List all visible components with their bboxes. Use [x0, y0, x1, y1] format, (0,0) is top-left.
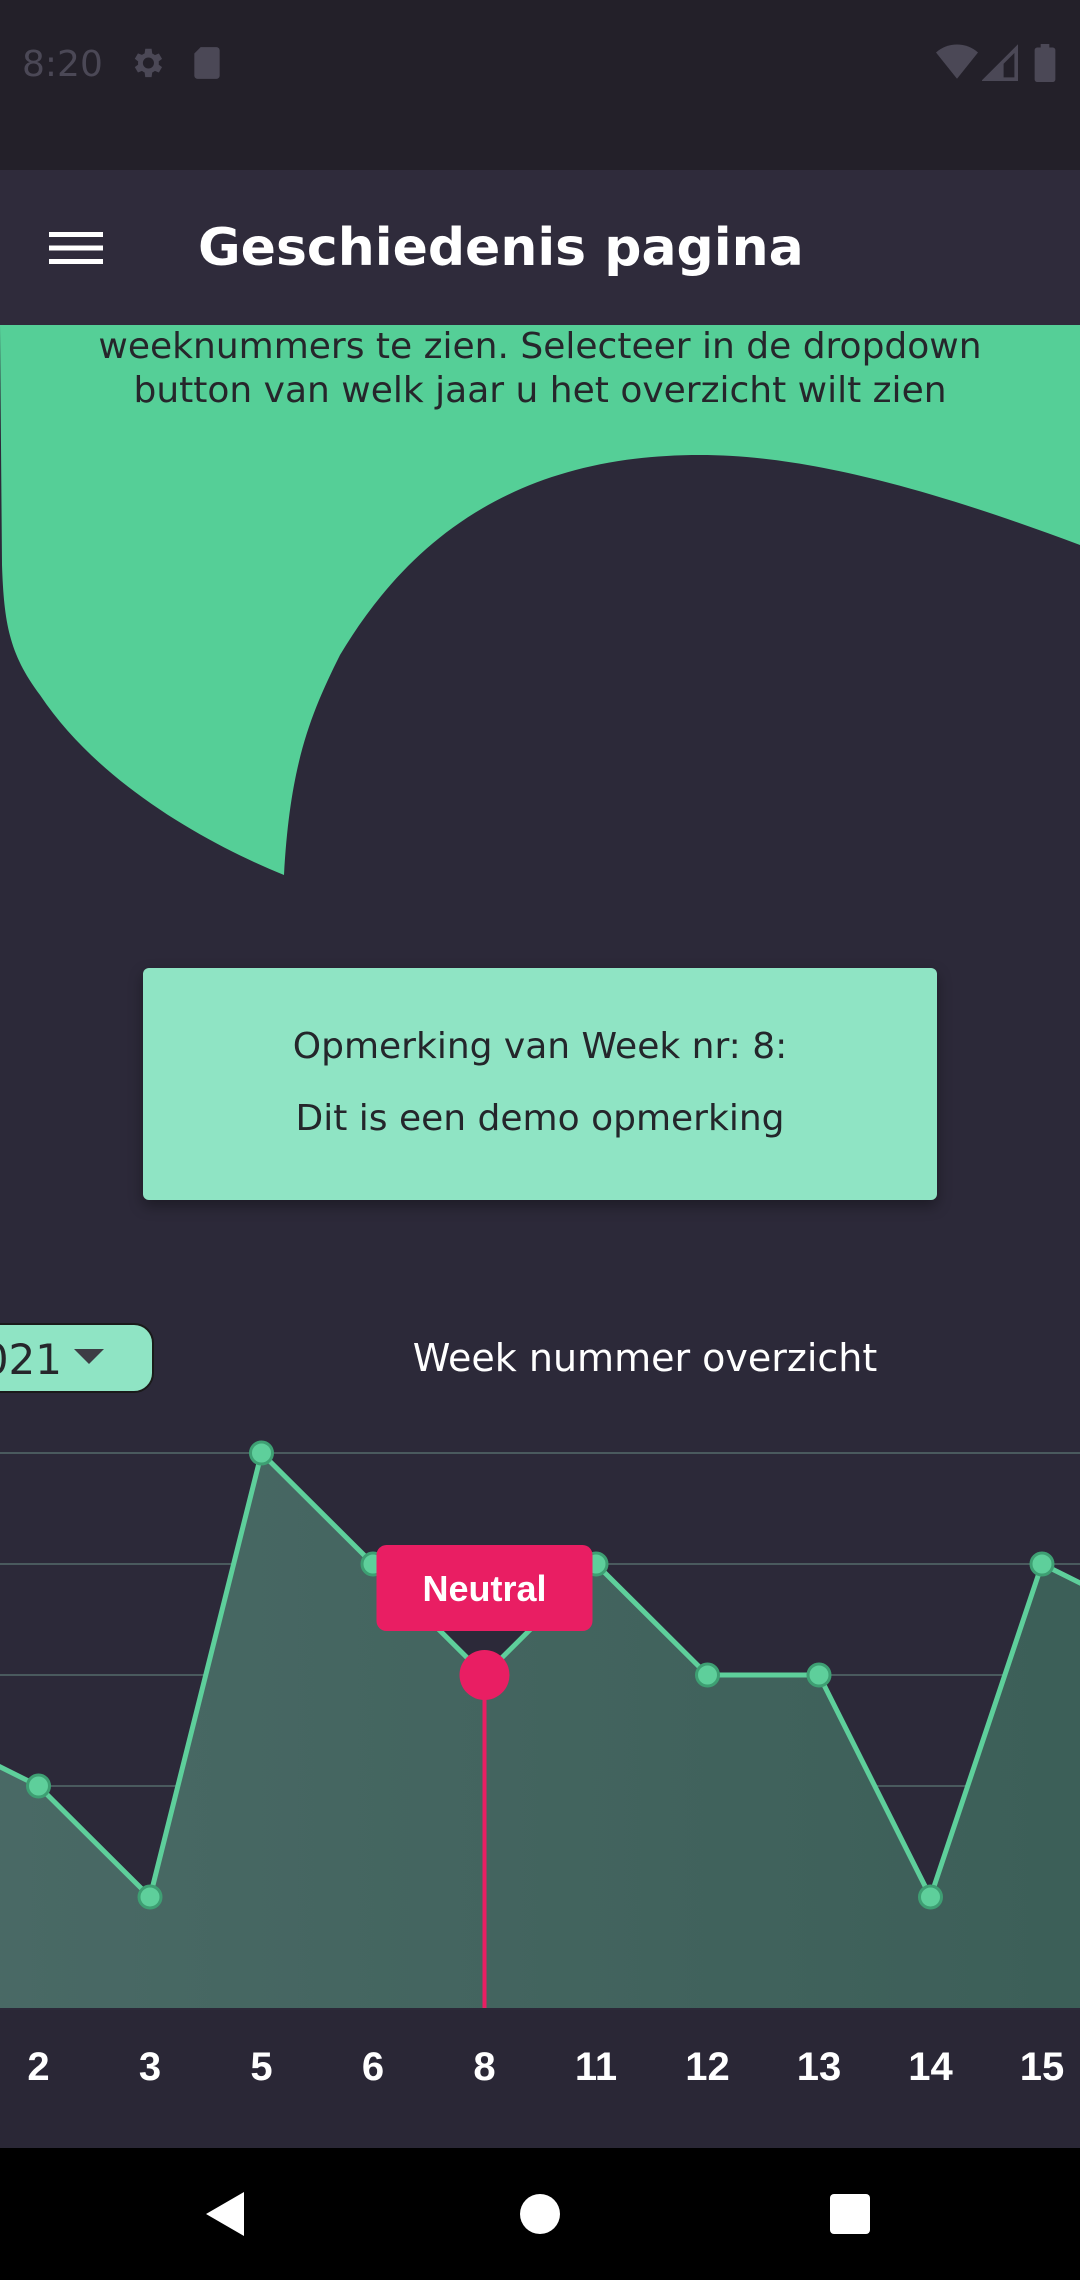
- x-tick-label: 6: [362, 2045, 384, 2089]
- x-tick-label: 2: [27, 2045, 49, 2089]
- status-bar: 8:20: [0, 0, 1080, 170]
- home-icon[interactable]: [508, 2182, 572, 2246]
- comment-card: Opmerking van Week nr: 8: Dit is een dem…: [143, 968, 937, 1200]
- x-tick-label: 5: [250, 2045, 272, 2089]
- x-tick-label: 3: [139, 2045, 161, 2089]
- back-icon[interactable]: [194, 2182, 258, 2246]
- sd-card-icon: [190, 44, 224, 86]
- year-value: 2021: [0, 1335, 62, 1384]
- x-tick-label: 13: [797, 2045, 842, 2089]
- data-point[interactable]: [695, 1662, 720, 1688]
- recents-icon[interactable]: [818, 2182, 882, 2246]
- battery-icon: [1034, 44, 1056, 86]
- navigation-bar: [0, 2148, 1080, 2280]
- comment-text: Dit is een demo opmerking: [295, 1098, 785, 1139]
- chart-title: Week nummer overzicht: [412, 1336, 878, 1380]
- x-tick-label: 15: [1020, 2045, 1065, 2089]
- x-tick-label: 11: [575, 2045, 617, 2089]
- status-time: 8:20: [22, 44, 103, 85]
- data-point[interactable]: [137, 1884, 163, 1910]
- data-point[interactable]: [806, 1662, 832, 1688]
- page-title: Geschiedenis pagina: [198, 218, 804, 278]
- data-point[interactable]: [26, 1773, 51, 1799]
- intro-text: weeknummers te zien. Selecteer in de dro…: [60, 325, 1020, 413]
- tooltip-text: Neutral: [422, 1568, 546, 1609]
- intro-line-1: weeknummers te zien. Selecteer in de dro…: [98, 326, 982, 367]
- x-tick-label: 14: [908, 2045, 953, 2089]
- signal-icon: [981, 44, 1018, 86]
- data-point[interactable]: [918, 1884, 943, 1910]
- week-chart[interactable]: Neutral 123568111213141516: [0, 1380, 1080, 2150]
- caret-down-icon: [74, 1349, 104, 1369]
- x-tick-label: 12: [685, 2045, 730, 2089]
- hamburger-menu-icon[interactable]: [38, 210, 114, 286]
- area-fill: [0, 1453, 1080, 2008]
- data-point[interactable]: [249, 1440, 274, 1466]
- comment-heading: Opmerking van Week nr: 8:: [292, 1026, 788, 1067]
- app-bar: Geschiedenis pagina: [0, 170, 1080, 325]
- settings-icon: [128, 44, 166, 86]
- data-point[interactable]: [1029, 1551, 1055, 1577]
- x-tick-label: 8: [473, 2045, 495, 2089]
- wifi-icon: [936, 44, 978, 86]
- selected-data-point[interactable]: [459, 1650, 510, 1700]
- intro-line-2: button van welk jaar u het overzicht wil…: [133, 370, 947, 411]
